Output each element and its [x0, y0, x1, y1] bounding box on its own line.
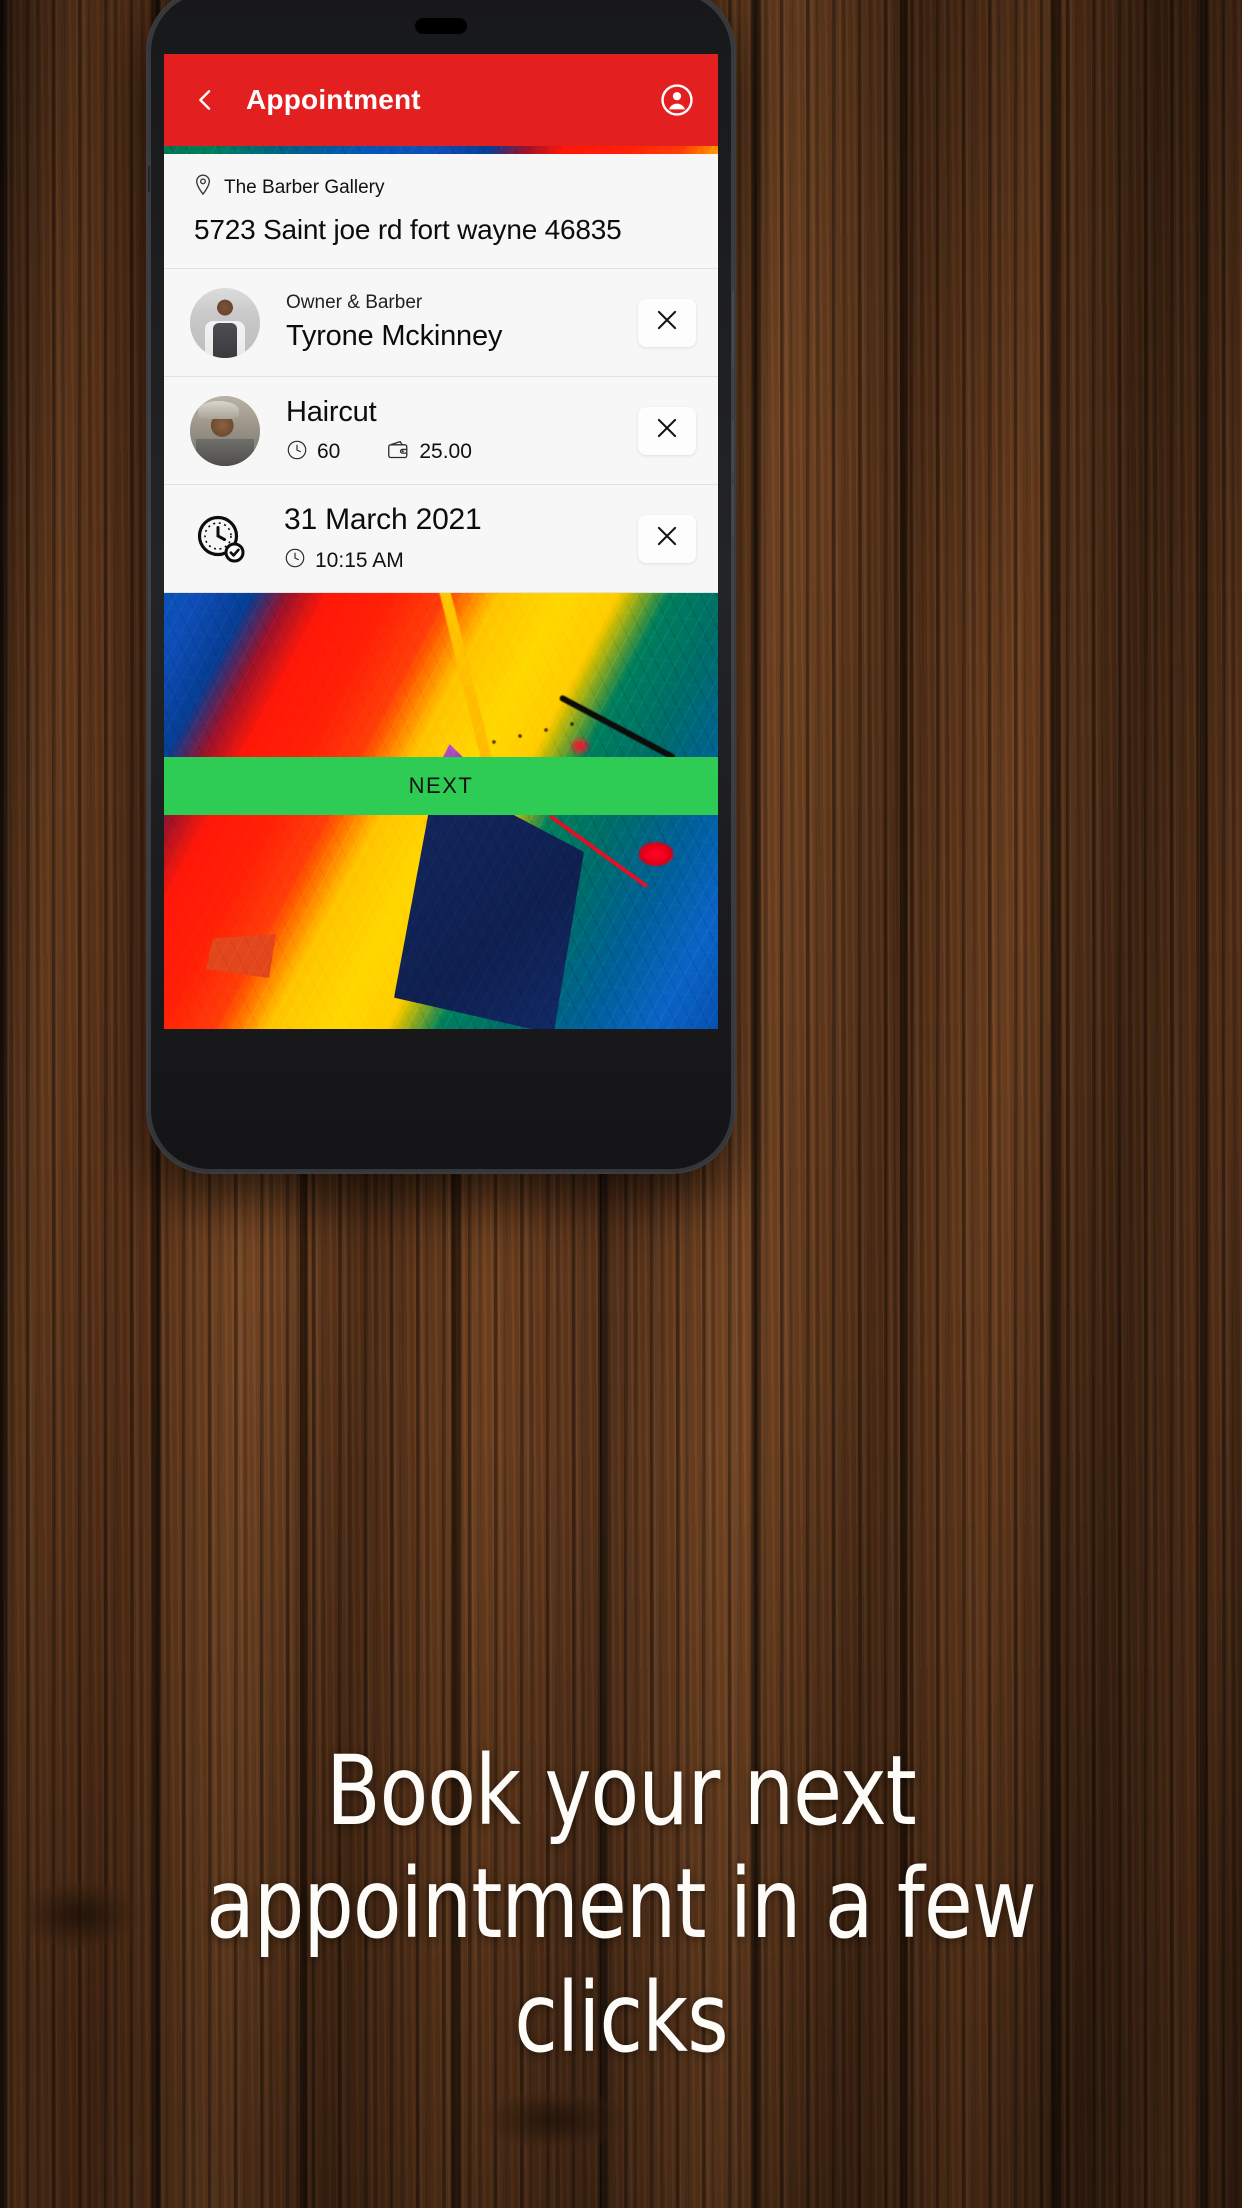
phone-mockup: Appointment The Barber Gallery 5723 Sain… — [148, 0, 734, 1172]
venue-name: The Barber Gallery — [224, 176, 385, 198]
location-pin-icon — [194, 174, 212, 201]
barber-avatar — [190, 287, 260, 358]
app-bar: Appointment — [164, 54, 718, 146]
phone-screen: Appointment The Barber Gallery 5723 Sain… — [164, 54, 718, 1029]
appointment-summary-list: The Barber Gallery 5723 Saint joe rd for… — [164, 154, 718, 593]
next-button-label: NEXT — [408, 773, 474, 798]
service-duration: 60 — [317, 440, 341, 463]
clock-icon — [284, 547, 306, 574]
service-duration-group: 60 — [286, 439, 340, 466]
service-row-body: Haircut 60 25.00 — [286, 396, 626, 466]
remove-barber-button[interactable] — [638, 298, 696, 347]
appointment-time: 10:15 AM — [315, 548, 404, 572]
close-icon — [654, 415, 680, 446]
barber-row: Owner & Barber Tyrone Mckinney — [164, 269, 718, 377]
promo-caption: Book your next appointment in a few clic… — [206, 1735, 1037, 2074]
back-button[interactable] — [188, 83, 222, 117]
datetime-row: 31 March 2021 10:15 AM — [164, 485, 718, 593]
close-icon — [654, 307, 680, 338]
phone-volume-down-button — [732, 484, 734, 536]
phone-speaker-grille — [415, 18, 467, 34]
phone-power-button — [732, 290, 734, 368]
service-meta-line: 60 25.00 — [286, 439, 626, 466]
next-button[interactable]: NEXT — [164, 757, 718, 815]
wood-knot-decoration-2 — [480, 2090, 630, 2150]
appointment-time-group: 10:15 AM — [284, 547, 404, 574]
remove-datetime-button[interactable] — [638, 514, 696, 563]
account-circle-icon[interactable] — [660, 83, 694, 117]
service-photo — [190, 395, 260, 466]
appointment-date: 31 March 2021 — [284, 503, 482, 536]
barber-role-label: Owner & Barber — [286, 292, 423, 313]
remove-service-button[interactable] — [638, 406, 696, 455]
venue-card: The Barber Gallery 5723 Saint joe rd for… — [164, 154, 718, 269]
service-price-group: 25.00 — [386, 439, 472, 466]
phone-volume-up-button — [732, 420, 734, 472]
clock-icon — [286, 439, 308, 466]
venue-address: 5723 Saint joe rd fort wayne 46835 — [194, 214, 622, 245]
close-icon — [654, 523, 680, 554]
barber-row-body: Owner & Barber Tyrone Mckinney — [286, 292, 626, 353]
service-row: Haircut 60 25.00 — [164, 377, 718, 485]
appointment-time-line: 10:15 AM — [284, 547, 626, 574]
phone-left-button — [148, 166, 150, 192]
service-price: 25.00 — [419, 440, 472, 463]
service-name: Haircut — [286, 395, 377, 428]
clock-check-icon — [190, 508, 252, 570]
barber-name: Tyrone Mckinney — [286, 320, 503, 352]
page-title: Appointment — [246, 84, 421, 115]
datetime-row-body: 31 March 2021 10:15 AM — [284, 503, 626, 574]
venue-name-row: The Barber Gallery — [194, 174, 688, 201]
wallet-icon — [386, 439, 410, 466]
